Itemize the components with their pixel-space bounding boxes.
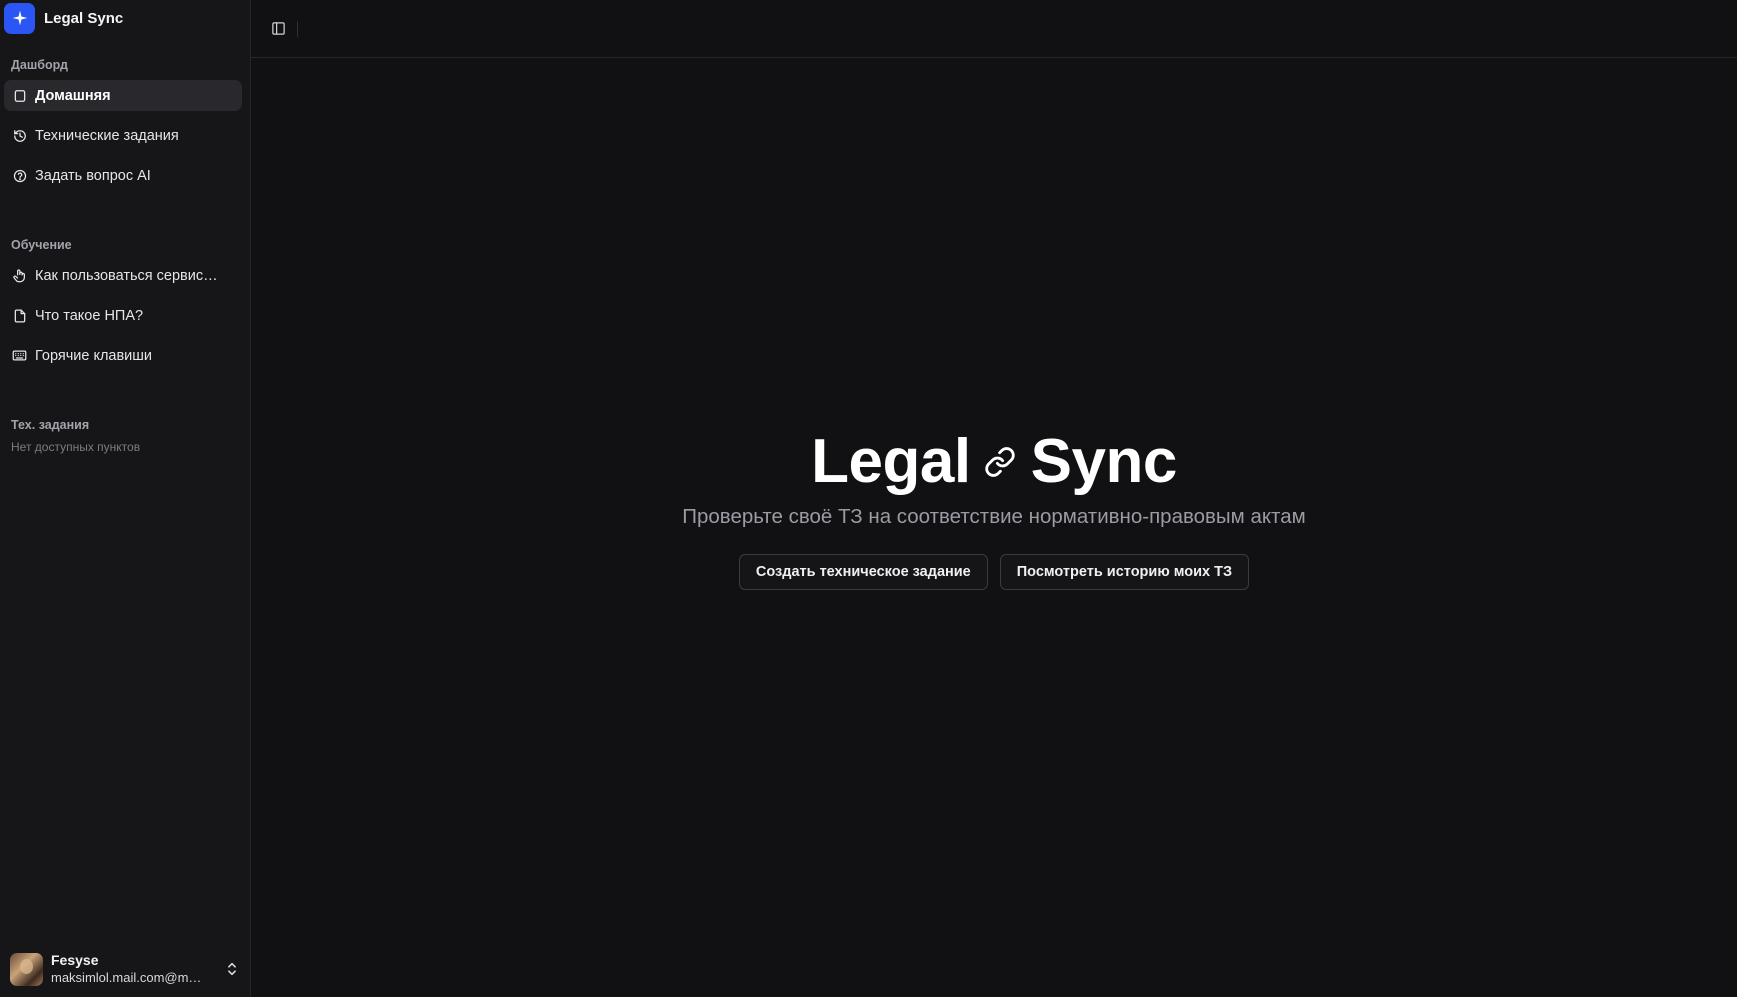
chevron-up-down-icon[interactable] [224, 960, 240, 978]
sidebar-item-label: Как пользоваться сервис… [35, 267, 218, 284]
sidebar-item-home[interactable]: Домашняя [4, 80, 242, 111]
view-history-button[interactable]: Посмотреть историю моих ТЗ [999, 554, 1250, 590]
section-label-tech-specs: Тех. задания [11, 418, 90, 432]
sidebar-item-ask-ai[interactable]: Задать вопрос AI [4, 160, 242, 191]
section-label-dashboard: Дашборд [11, 58, 68, 72]
sidebar-item-label: Горячие клавиши [35, 347, 153, 364]
hero-title-left: Legal [811, 427, 971, 496]
sidebar-item-label: Что такое НПА? [35, 307, 144, 324]
file-icon [12, 308, 27, 323]
brand-header[interactable]: Legal Sync [0, 0, 250, 36]
user-info: Fesyse maksimlol.mail.com@m… [51, 952, 218, 986]
sidebar-item-what-is-npa[interactable]: Что такое НПА? [4, 300, 242, 331]
sidebar-item-label: Технические задания [35, 127, 179, 144]
topbar [251, 0, 1737, 58]
pointer-icon [12, 268, 27, 283]
sidebar: Legal Sync Дашборд Домашняя Технические … [0, 0, 251, 997]
empty-list-note: Нет доступных пунктов [11, 440, 141, 454]
sidebar-item-how-to-use[interactable]: Как пользоваться сервис… [4, 260, 242, 291]
create-spec-button[interactable]: Создать техническое задание [738, 554, 988, 590]
sidebar-item-tech-specs[interactable]: Технические задания [4, 120, 242, 151]
brand-name: Legal Sync [44, 9, 124, 27]
sidebar-item-label: Задать вопрос AI [35, 167, 151, 184]
link-icon [983, 445, 1017, 479]
user-email: maksimlol.mail.com@m… [51, 970, 202, 985]
user-name: Fesyse [51, 952, 99, 968]
sparkle-icon [4, 2, 35, 34]
hero-subtitle: Проверьте своё ТЗ на соответствие нормат… [682, 505, 1306, 528]
section-label-learning: Обучение [11, 238, 72, 252]
sidebar-item-hotkeys[interactable]: Горячие клавиши [4, 340, 242, 371]
keyboard-icon [12, 348, 27, 363]
topbar-divider [297, 20, 298, 37]
user-menu[interactable]: Fesyse maksimlol.mail.com@m… [0, 944, 250, 994]
square-icon [12, 88, 27, 103]
app-root: Legal Sync Дашборд Домашняя Технические … [0, 0, 1737, 997]
sidebar-item-label: Домашняя [35, 87, 111, 104]
hero-title-right: Sync [1030, 427, 1178, 496]
history-icon [12, 128, 27, 143]
avatar [10, 952, 43, 986]
sidebar-toggle-icon[interactable] [267, 18, 289, 40]
help-circle-icon [12, 168, 27, 183]
hero-section: Legal Sync Проверьте своё ТЗ на соответс… [251, 58, 1737, 997]
hero-title: Legal Sync [811, 427, 1177, 497]
main-area: Legal Sync Проверьте своё ТЗ на соответс… [251, 0, 1737, 997]
hero-actions: Создать техническое задание Посмотреть и… [738, 554, 1250, 590]
